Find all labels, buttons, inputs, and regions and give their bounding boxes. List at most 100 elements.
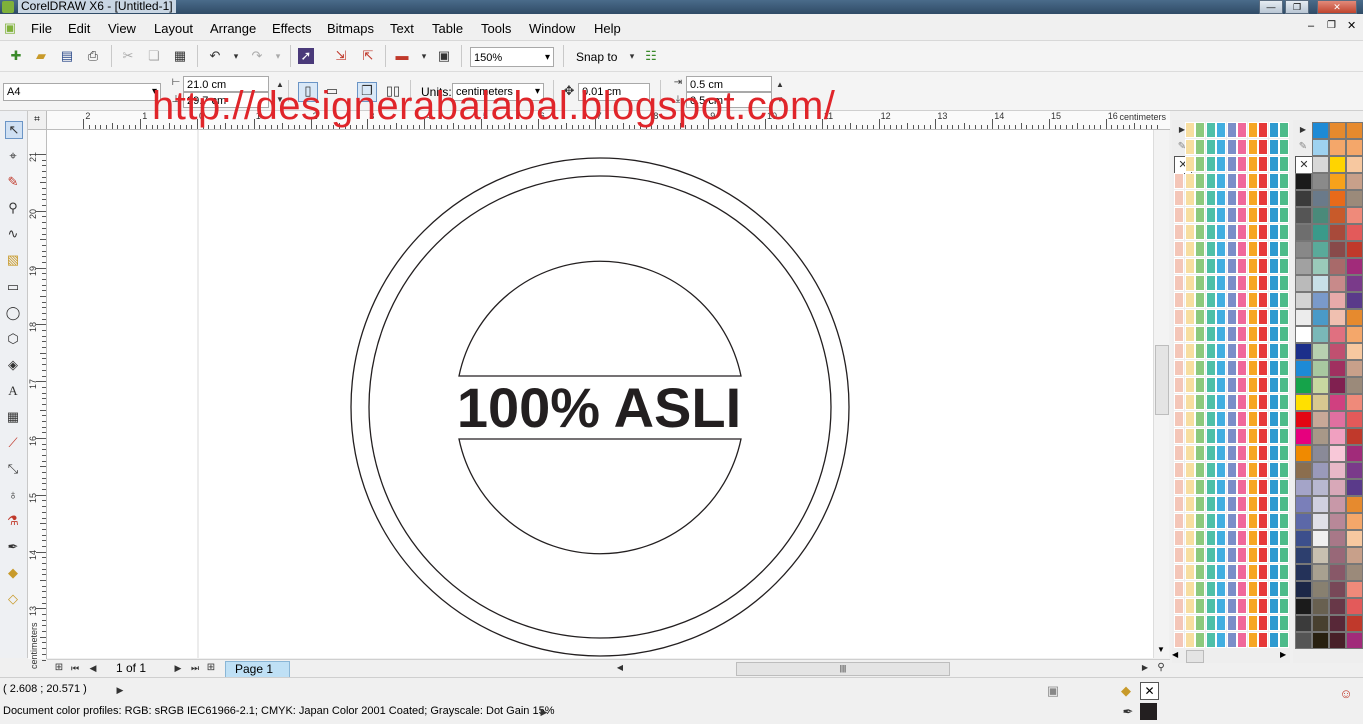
color-swatch[interactable] — [1247, 139, 1258, 155]
color-swatch[interactable] — [1216, 496, 1226, 512]
color-swatch[interactable] — [1329, 122, 1346, 139]
color-swatch[interactable] — [1226, 530, 1237, 546]
color-swatch[interactable] — [1258, 275, 1268, 291]
scroll-right-icon[interactable]: ▶ — [1137, 660, 1153, 676]
color-swatch[interactable] — [1237, 513, 1247, 529]
color-swatch[interactable] — [1295, 581, 1312, 598]
horizontal-scroll-thumb[interactable]: ||| — [736, 662, 950, 676]
color-swatch[interactable] — [1346, 207, 1363, 224]
color-swatch[interactable] — [1312, 496, 1329, 513]
color-swatch[interactable] — [1184, 275, 1195, 291]
color-swatch[interactable] — [1258, 445, 1268, 461]
color-swatch[interactable] — [1329, 564, 1346, 581]
color-swatch[interactable] — [1216, 513, 1226, 529]
color-swatch[interactable] — [1174, 343, 1184, 359]
color-swatch[interactable] — [1195, 513, 1205, 529]
color-swatch[interactable] — [1226, 190, 1237, 206]
color-swatch[interactable] — [1226, 139, 1237, 155]
color-swatch[interactable] — [1195, 445, 1205, 461]
color-swatch[interactable] — [1174, 462, 1184, 478]
color-swatch[interactable] — [1268, 207, 1279, 223]
palette-scroll-left-icon[interactable]: ◀ — [1172, 650, 1178, 659]
color-swatch[interactable] — [1268, 445, 1279, 461]
color-swatch[interactable] — [1247, 173, 1258, 189]
color-swatch[interactable] — [1174, 479, 1184, 495]
color-swatch[interactable] — [1247, 360, 1258, 376]
color-swatch[interactable] — [1184, 547, 1195, 563]
color-swatch[interactable] — [1174, 564, 1184, 580]
color-swatch[interactable] — [1295, 360, 1312, 377]
color-swatch[interactable] — [1195, 207, 1205, 223]
color-swatch[interactable] — [1216, 462, 1226, 478]
color-swatch[interactable] — [1205, 275, 1216, 291]
outline-tool-icon[interactable]: ✒ — [5, 539, 21, 555]
color-swatch[interactable] — [1216, 479, 1226, 495]
color-swatch[interactable] — [1226, 292, 1237, 308]
color-swatch[interactable] — [1346, 598, 1363, 615]
color-swatch[interactable] — [1174, 615, 1184, 631]
color-swatch[interactable] — [1205, 547, 1216, 563]
rectangle-tool-icon[interactable]: ▭ — [5, 279, 21, 295]
import-icon[interactable]: ⇲ — [333, 48, 349, 64]
color-swatch[interactable] — [1247, 241, 1258, 257]
color-swatch[interactable] — [1216, 581, 1226, 597]
color-swatch[interactable] — [1329, 173, 1346, 190]
color-swatch[interactable] — [1247, 156, 1258, 172]
color-swatch[interactable] — [1312, 309, 1329, 326]
color-swatch[interactable] — [1346, 309, 1363, 326]
color-swatch[interactable] — [1184, 394, 1195, 410]
color-swatch[interactable] — [1226, 598, 1237, 614]
color-swatch[interactable] — [1216, 632, 1226, 648]
color-swatch[interactable] — [1237, 156, 1247, 172]
welcome-screen-icon[interactable]: ▣ — [436, 48, 452, 64]
color-swatch[interactable] — [1237, 360, 1247, 376]
color-swatch[interactable] — [1195, 428, 1205, 444]
color-swatch[interactable] — [1247, 275, 1258, 291]
color-swatch[interactable] — [1184, 445, 1195, 461]
previous-page-icon[interactable]: ◀ — [85, 660, 101, 676]
application-launcher-icon[interactable]: ▬ — [394, 48, 410, 64]
color-swatch[interactable] — [1295, 445, 1312, 462]
color-swatch[interactable] — [1237, 564, 1247, 580]
color-swatch[interactable] — [1226, 615, 1237, 631]
color-swatch[interactable] — [1329, 309, 1346, 326]
color-swatch[interactable] — [1174, 632, 1184, 648]
color-swatch[interactable] — [1268, 496, 1279, 512]
color-swatch[interactable] — [1237, 139, 1247, 155]
text-tool-icon[interactable]: A — [5, 383, 21, 399]
color-swatch[interactable] — [1205, 156, 1216, 172]
color-swatch[interactable] — [1346, 139, 1363, 156]
undo-icon[interactable]: ↶ — [207, 48, 223, 64]
color-swatch[interactable] — [1226, 462, 1237, 478]
color-swatch[interactable] — [1184, 615, 1195, 631]
color-swatch[interactable] — [1205, 428, 1216, 444]
color-swatch[interactable] — [1279, 598, 1289, 614]
color-swatch[interactable] — [1279, 445, 1289, 461]
interactive-tool-icon[interactable]: ♁ — [5, 487, 21, 503]
doc-close-button[interactable]: ✕ — [1347, 19, 1356, 32]
table-tool-icon[interactable]: ▦ — [5, 409, 21, 425]
color-swatch[interactable] — [1268, 190, 1279, 206]
color-swatch[interactable] — [1295, 615, 1312, 632]
menu-view[interactable]: View — [108, 21, 136, 36]
color-swatch[interactable] — [1268, 513, 1279, 529]
color-swatch[interactable] — [1329, 139, 1346, 156]
color-swatch[interactable] — [1184, 479, 1195, 495]
color-swatch[interactable] — [1312, 394, 1329, 411]
color-swatch[interactable] — [1329, 547, 1346, 564]
page-tab[interactable]: Page 1 — [225, 661, 291, 677]
color-swatch[interactable] — [1184, 173, 1195, 189]
color-swatch[interactable] — [1268, 547, 1279, 563]
color-swatch[interactable] — [1346, 479, 1363, 496]
color-swatch[interactable] — [1247, 462, 1258, 478]
color-swatch[interactable] — [1295, 547, 1312, 564]
color-swatch[interactable] — [1174, 309, 1184, 325]
color-swatch[interactable] — [1329, 479, 1346, 496]
color-swatch[interactable] — [1216, 530, 1226, 546]
color-swatch[interactable] — [1184, 190, 1195, 206]
color-swatch[interactable] — [1295, 632, 1312, 649]
color-swatch[interactable] — [1295, 309, 1312, 326]
color-swatch[interactable] — [1268, 632, 1279, 648]
color-swatch[interactable] — [1184, 411, 1195, 427]
ruler-origin-icon[interactable]: ⌗ — [28, 111, 47, 130]
